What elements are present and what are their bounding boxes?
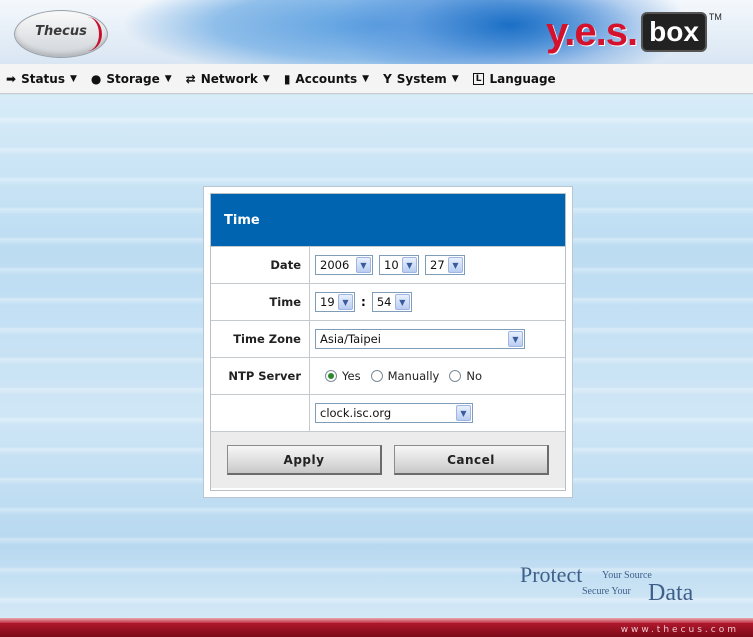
ntp-row: NTP Server Yes Manually No: [211, 357, 565, 394]
year-value: 2006: [320, 258, 350, 272]
month-select[interactable]: 10 ▼: [379, 255, 419, 275]
time-dialog: Time Date 2006 ▼ 10 ▼ 27 ▼ Time 19 ▼: 5…: [203, 186, 573, 498]
minute-value: 54: [376, 295, 392, 309]
date-row: Date 2006 ▼ 10 ▼ 27 ▼: [211, 246, 565, 283]
menu-network[interactable]: ⇄ Network ▼: [186, 72, 270, 86]
thecus-logo: Thecus: [14, 10, 108, 58]
accounts-icon: ▮: [283, 71, 291, 86]
date-values: 2006 ▼ 10 ▼ 27 ▼: [310, 247, 565, 283]
timezone-values: Asia/Taipei ▼: [310, 321, 565, 357]
ntp-manually-label: Manually: [387, 369, 440, 383]
time-label: Time: [211, 284, 310, 320]
ntp-server-row: clock.isc.org ▼: [211, 394, 565, 431]
time-colon: :: [361, 295, 366, 309]
chevron-down-icon: ▼: [338, 294, 353, 310]
slogan-secure-your: Secure Your: [582, 586, 631, 597]
ntp-no-label: No: [466, 369, 483, 383]
slogan-your-source: Your Source: [602, 570, 652, 581]
status-icon: ➡: [6, 71, 17, 86]
menubar: ➡ Status ▼ ● Storage ▼ ⇄ Network ▼ ▮ Acc…: [0, 64, 753, 94]
menu-status[interactable]: ➡ Status ▼: [6, 72, 77, 86]
slogan-protect: Protect: [520, 562, 583, 587]
dialog-buttons: Apply Cancel: [211, 431, 565, 488]
ntp-manually-radio[interactable]: [370, 370, 383, 382]
chevron-down-icon: ▼: [402, 257, 417, 273]
ntp-yes-label: Yes: [342, 369, 361, 383]
time-row: Time 19 ▼ : 54 ▼: [211, 283, 565, 320]
footer-bar: www.thecus.com: [0, 623, 753, 637]
time-values: 19 ▼ : 54 ▼: [310, 284, 565, 320]
ntp-values: Yes Manually No: [310, 358, 565, 394]
slogan-data: Data: [648, 580, 694, 606]
ntp-yes-radio[interactable]: [325, 370, 337, 382]
caret-down-icon: ▼: [164, 73, 172, 84]
menu-storage-label: Storage: [106, 71, 160, 86]
brand-box: box: [641, 12, 707, 52]
day-value: 27: [430, 258, 445, 272]
hour-select[interactable]: 19 ▼: [315, 292, 355, 312]
ntp-radio-group: Yes Manually No: [315, 369, 482, 383]
caret-down-icon: ▼: [262, 73, 270, 84]
ntp-server-value: clock.isc.org: [320, 406, 392, 420]
chevron-down-icon: ▼: [448, 257, 463, 273]
day-select[interactable]: 27 ▼: [425, 255, 465, 275]
brand-tm: TM: [708, 12, 722, 22]
storage-icon: ●: [90, 71, 102, 86]
menu-network-label: Network: [200, 71, 258, 86]
dialog-title: Time: [211, 194, 565, 246]
hour-value: 19: [320, 295, 335, 309]
menu-system-label: System: [396, 71, 447, 86]
chevron-down-icon: ▼: [456, 405, 471, 421]
yes-box-logo: y.e.s. box TM: [546, 12, 722, 52]
logo-arc: [73, 17, 102, 51]
chevron-down-icon: ▼: [394, 294, 410, 310]
menu-accounts-label: Accounts: [295, 71, 358, 86]
menu-accounts[interactable]: ▮ Accounts ▼: [284, 72, 369, 86]
minute-select[interactable]: 54 ▼: [371, 292, 412, 312]
menu-system[interactable]: Y System ▼: [383, 72, 459, 86]
date-label: Date: [211, 247, 310, 283]
ntp-label: NTP Server: [211, 358, 310, 394]
menu-storage[interactable]: ● Storage ▼: [91, 72, 172, 86]
ntp-no-radio[interactable]: [449, 370, 462, 382]
footer-url: www.thecus.com: [620, 625, 739, 635]
brand-yes: y.e.s.: [546, 10, 638, 54]
ntp-server-values: clock.isc.org ▼: [310, 395, 565, 431]
timezone-row: Time Zone Asia/Taipei ▼: [211, 320, 565, 357]
timezone-select[interactable]: Asia/Taipei ▼: [315, 329, 525, 349]
month-value: 10: [384, 258, 399, 272]
menu-language-label: Language: [489, 71, 556, 86]
network-icon: ⇄: [185, 71, 196, 86]
slogan: Protect Your Source Secure Your Data: [520, 560, 720, 610]
chevron-down-icon: ▼: [356, 257, 371, 273]
timezone-value: Asia/Taipei: [320, 332, 381, 346]
caret-down-icon: ▼: [69, 73, 77, 84]
caret-down-icon: ▼: [451, 73, 459, 84]
time-dialog-panel: Time Date 2006 ▼ 10 ▼ 27 ▼ Time 19 ▼: 5…: [210, 193, 566, 491]
apply-button[interactable]: Apply: [227, 445, 382, 475]
timezone-label: Time Zone: [211, 321, 310, 357]
cancel-button[interactable]: Cancel: [394, 445, 549, 475]
header: Thecus y.e.s. box TM: [0, 0, 753, 64]
system-icon: Y: [383, 71, 392, 86]
chevron-down-icon: ▼: [508, 331, 523, 347]
year-select[interactable]: 2006 ▼: [315, 255, 373, 275]
ntp-server-blank-label: [211, 395, 310, 431]
caret-down-icon: ▼: [362, 73, 370, 84]
ntp-server-select[interactable]: clock.isc.org ▼: [315, 403, 473, 423]
language-icon: L: [472, 72, 485, 85]
menu-status-label: Status: [21, 71, 65, 86]
menu-language[interactable]: L Language: [472, 71, 556, 86]
